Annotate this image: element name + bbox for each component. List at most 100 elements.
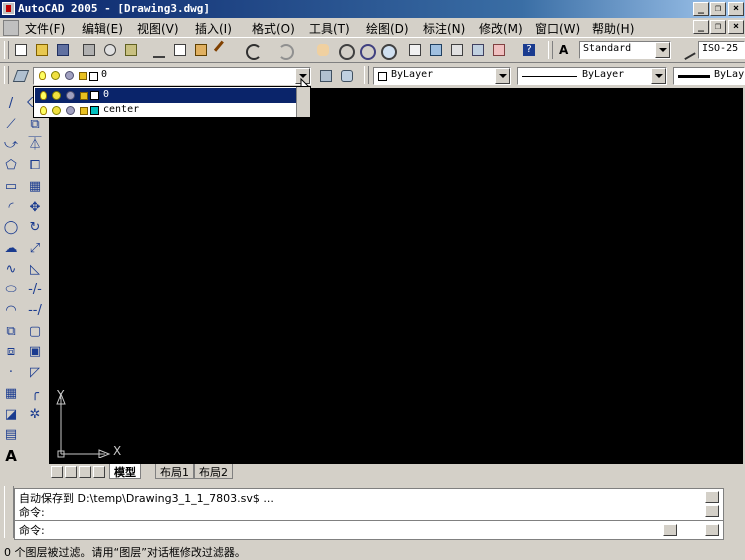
pan-icon[interactable] [314, 41, 332, 59]
trim-icon[interactable]: -/- [25, 280, 46, 301]
menu-format[interactable]: 格式(O) [252, 20, 295, 37]
restore-button[interactable]: ❐ [710, 2, 726, 16]
publish-icon[interactable] [122, 41, 140, 59]
menu-help[interactable]: 帮助(H) [592, 20, 634, 37]
spline-icon[interactable]: ∿ [1, 260, 22, 281]
layer-thaw-icon[interactable] [52, 91, 61, 100]
match-prop-icon[interactable] [213, 40, 234, 60]
tab-model[interactable]: 模型 [109, 464, 141, 479]
layer-list-item[interactable]: center [35, 103, 297, 118]
close-button[interactable]: × [728, 2, 744, 16]
markup-icon[interactable] [490, 41, 508, 59]
command-prompt[interactable]: 命令: [19, 522, 45, 538]
paste-icon[interactable] [192, 41, 210, 59]
text-style-icon[interactable]: A [556, 41, 574, 59]
design-center-icon[interactable] [427, 41, 445, 59]
toolbar-grip[interactable] [364, 66, 369, 84]
drawing-canvas[interactable]: Y X [49, 88, 743, 464]
scroll-up-button[interactable] [705, 491, 719, 503]
xline-icon[interactable]: ⟋ [1, 115, 22, 136]
menu-tools[interactable]: 工具(T) [309, 20, 350, 37]
doc-restore-button[interactable]: ❐ [710, 20, 726, 34]
zoom-window-icon[interactable] [357, 41, 376, 60]
layer-thaw-icon[interactable] [52, 106, 61, 115]
layer-manager-icon[interactable] [12, 67, 30, 85]
undo-icon[interactable] [243, 41, 262, 60]
break-icon[interactable]: ▢ [25, 322, 46, 343]
color-select[interactable]: ByLayer [373, 67, 511, 85]
menu-window[interactable]: 窗口(W) [535, 20, 580, 37]
help-icon[interactable]: ? [520, 41, 538, 59]
last-tab-button[interactable] [93, 466, 105, 478]
new-icon[interactable] [12, 41, 30, 59]
dim-style-select[interactable]: ISO-25 [698, 41, 745, 59]
tab-layout2[interactable]: 布局2 [194, 464, 233, 479]
dropdown-scrollbar[interactable] [296, 87, 310, 117]
first-tab-button[interactable] [51, 466, 63, 478]
layer-viewport-icon[interactable] [66, 91, 75, 100]
layer-on-icon[interactable] [40, 106, 47, 115]
scale-icon[interactable]: ⤢ [25, 239, 46, 260]
tab-layout1[interactable]: 布局1 [155, 464, 194, 479]
line-icon[interactable]: / [1, 94, 22, 115]
make-block-icon[interactable]: ⧈ [1, 342, 22, 363]
extend-icon[interactable]: --/ [25, 301, 46, 322]
ellipse-arc-icon[interactable]: ◠ [1, 301, 22, 322]
menu-file[interactable]: 文件(F) [25, 20, 65, 37]
next-tab-button[interactable] [79, 466, 91, 478]
linetype-select[interactable]: ByLayer [517, 67, 667, 85]
menu-view[interactable]: 视图(V) [137, 20, 179, 37]
point-icon[interactable]: · [1, 363, 22, 384]
dim-style-icon[interactable] [678, 41, 696, 61]
revcloud-icon[interactable]: ☁ [1, 239, 22, 260]
pline-icon[interactable]: ⤻ [1, 135, 22, 156]
circle-icon[interactable]: ◯ [1, 218, 22, 239]
insert-block-icon[interactable]: ⧉ [1, 322, 22, 343]
hatch-icon[interactable]: ▦ [1, 384, 22, 405]
chevron-down-icon[interactable] [655, 42, 670, 58]
copy-clip-icon[interactable] [171, 41, 189, 59]
properties-icon[interactable] [406, 41, 424, 59]
offset-icon[interactable]: ⧠ [25, 156, 46, 177]
stretch-icon[interactable]: ◺ [25, 260, 46, 281]
mtext-icon[interactable]: A [1, 446, 22, 467]
scroll-left-button[interactable] [663, 524, 677, 536]
doc-close-button[interactable]: × [728, 20, 744, 34]
doc-icon[interactable] [3, 20, 19, 36]
cut-icon[interactable] [150, 41, 168, 59]
layer-viewport-icon[interactable] [66, 106, 75, 115]
prev-tab-button[interactable] [65, 466, 77, 478]
doc-minimize-button[interactable]: _ [693, 20, 709, 34]
ellipse-icon[interactable]: ⬭ [1, 280, 22, 301]
save-icon[interactable] [54, 41, 72, 59]
layer-on-icon[interactable] [40, 91, 47, 100]
zoom-realtime-icon[interactable] [336, 41, 355, 60]
scroll-right-button[interactable] [705, 524, 719, 536]
move-icon[interactable]: ✥ [25, 198, 46, 219]
plot-icon[interactable] [80, 41, 98, 59]
table-icon[interactable]: ▤ [1, 425, 22, 446]
app-icon[interactable] [2, 2, 15, 15]
chevron-down-icon[interactable] [651, 68, 666, 84]
polygon-icon[interactable]: ⬠ [1, 156, 22, 177]
menu-edit[interactable]: 编辑(E) [82, 20, 123, 37]
toolbar-grip[interactable] [4, 66, 9, 84]
plot-preview-icon[interactable] [101, 41, 119, 59]
menu-modify[interactable]: 修改(M) [479, 20, 523, 37]
menu-insert[interactable]: 插入(I) [195, 20, 232, 37]
menu-dimension[interactable]: 标注(N) [423, 20, 465, 37]
layer-list-item[interactable]: 0 [35, 88, 297, 103]
zoom-previous-icon[interactable] [378, 41, 397, 60]
make-layer-current-icon[interactable] [317, 67, 335, 85]
chamfer-icon[interactable]: ◸ [25, 363, 46, 384]
command-grip[interactable] [4, 486, 14, 538]
layer-unlock-icon[interactable] [80, 92, 88, 100]
region-icon[interactable]: ◪ [1, 405, 22, 426]
toolbar-grip[interactable] [548, 41, 553, 59]
join-icon[interactable]: ▣ [25, 342, 46, 363]
tool-palettes-icon[interactable] [448, 41, 466, 59]
rectangle-icon[interactable]: ▭ [1, 177, 22, 198]
lineweight-select[interactable]: ByLay [673, 67, 745, 85]
mirror-icon[interactable]: ⏄ [25, 135, 46, 156]
command-window[interactable]: 自动保存到 D:\temp\Drawing3_1_1_7803.sv$ ... … [14, 488, 724, 540]
